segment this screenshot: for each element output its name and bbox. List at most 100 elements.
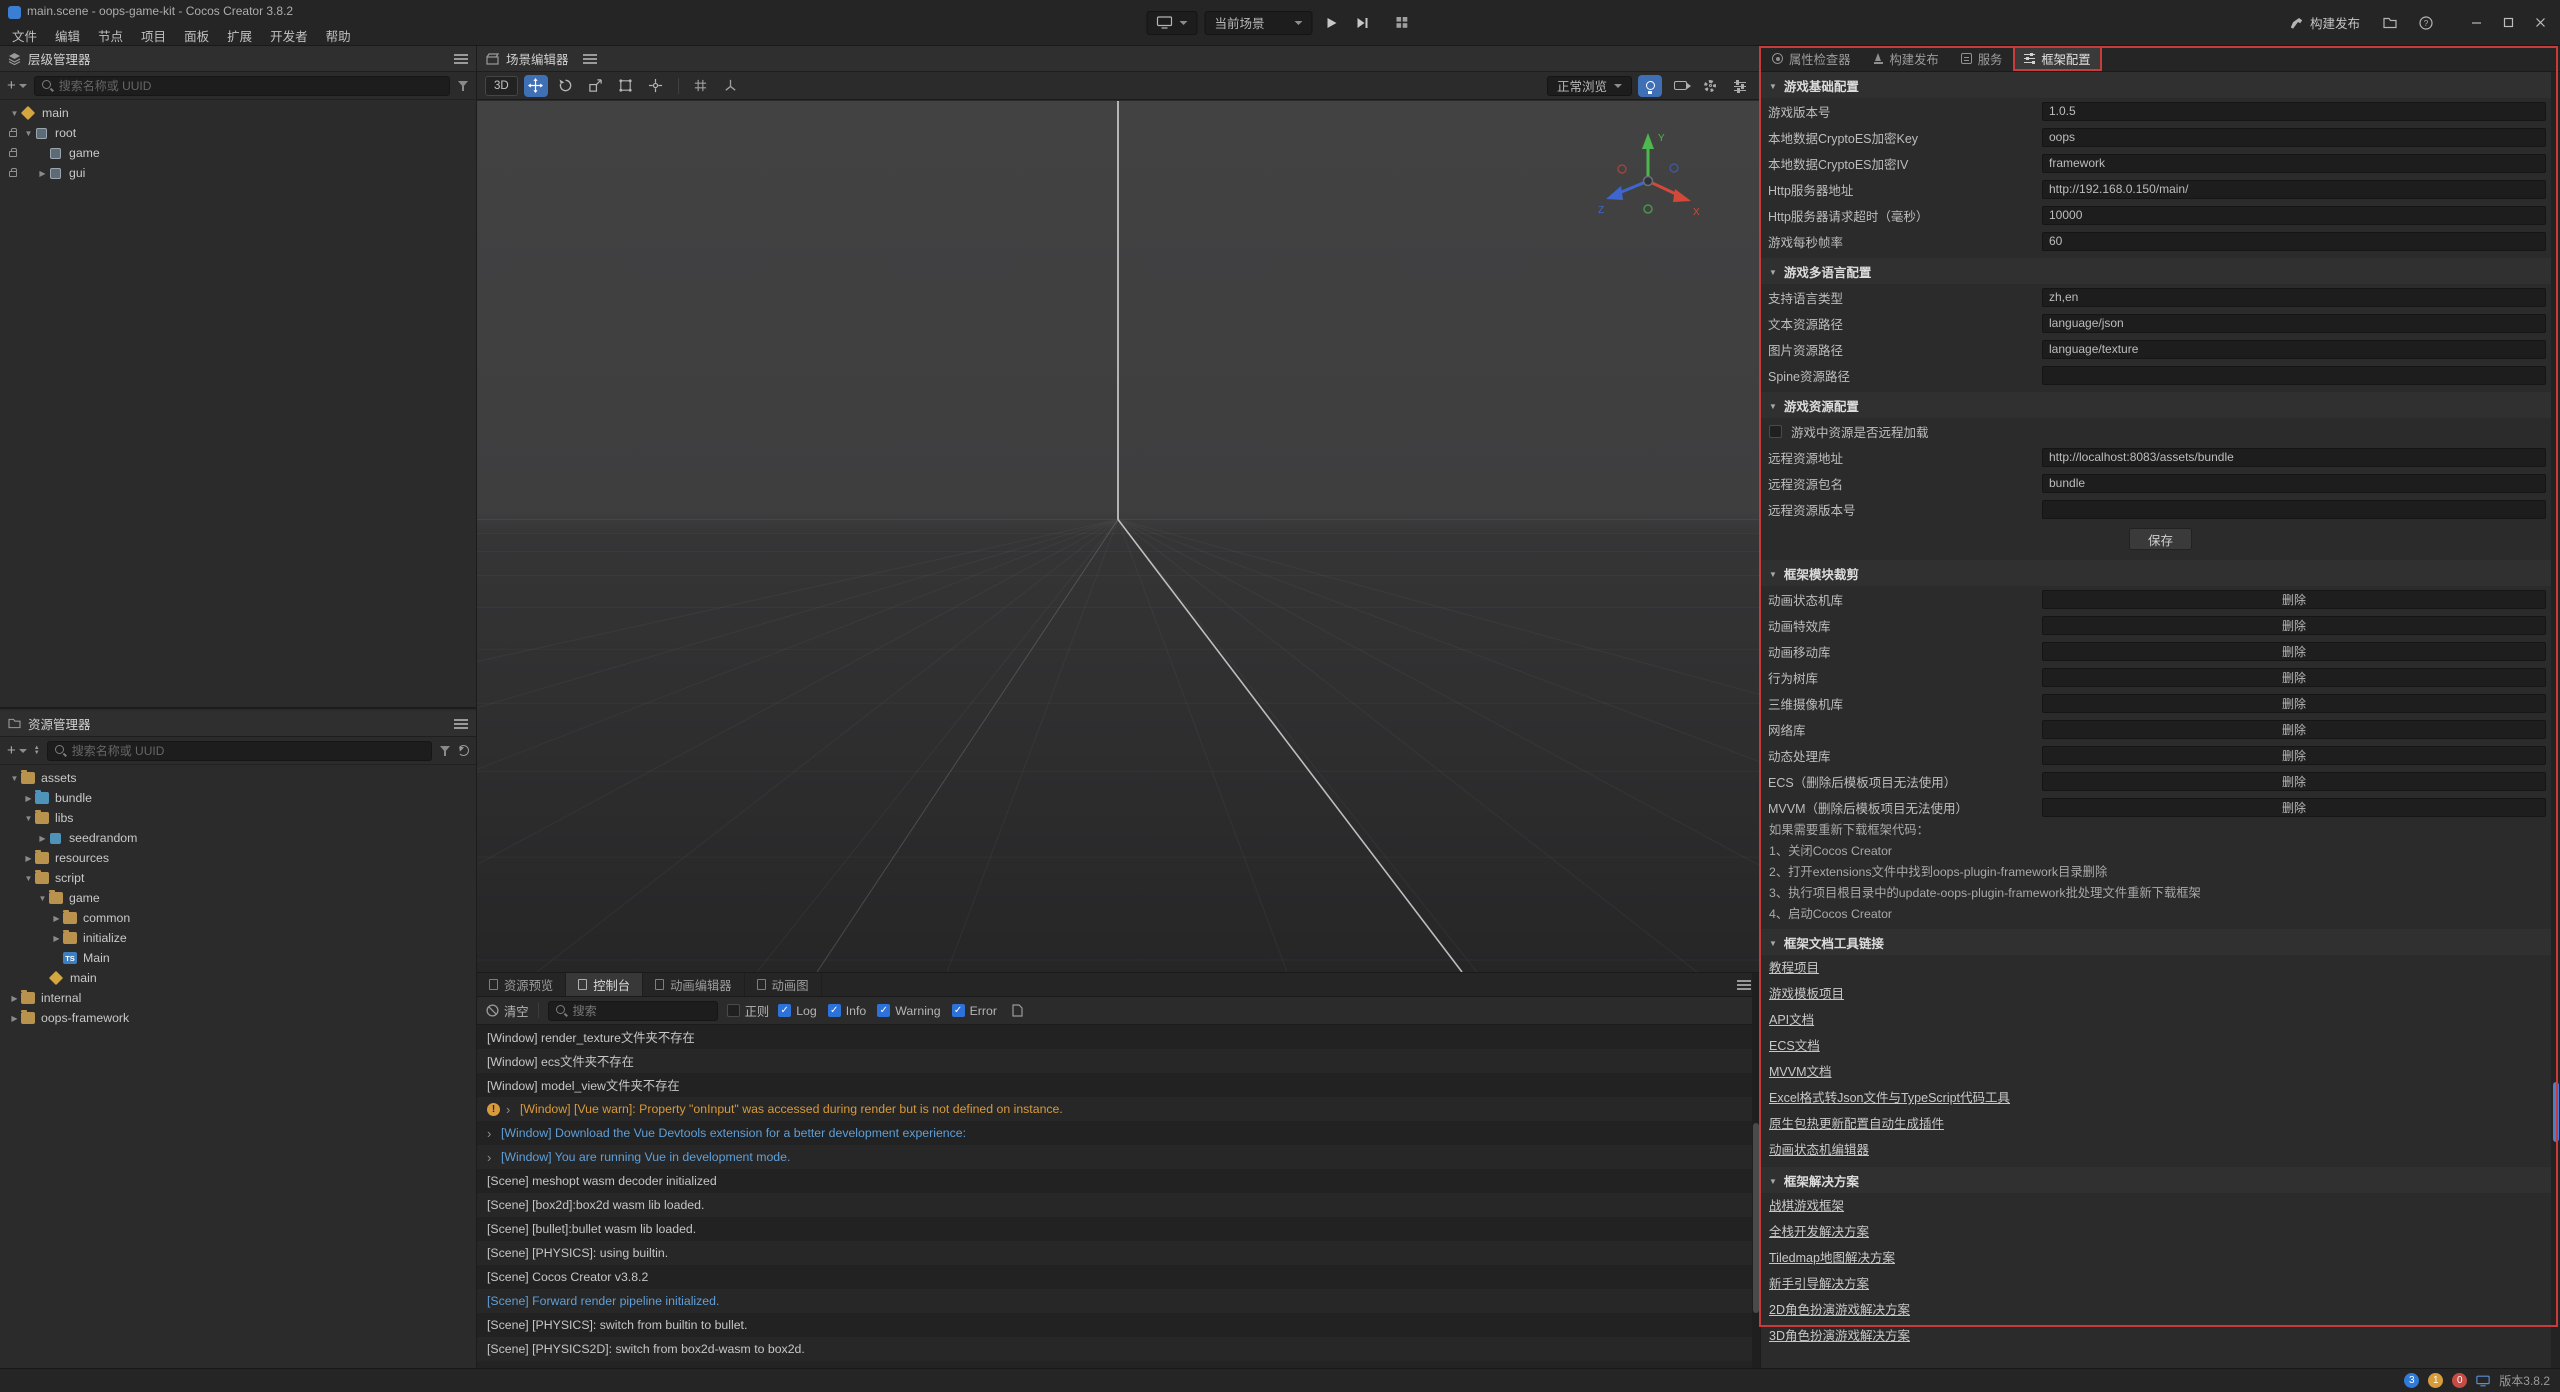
log-row[interactable]: [Scene] [box2d]:box2d wasm lib loaded. [477, 1193, 1760, 1217]
menu-item[interactable]: 节点 [89, 23, 132, 48]
asset-row[interactable]: main [0, 968, 476, 988]
lock-icon[interactable] [9, 151, 17, 157]
layout-button[interactable] [1390, 11, 1414, 35]
asset-row[interactable]: game [0, 888, 476, 908]
doc-link[interactable]: 动画状态机编辑器 [1761, 1137, 2560, 1163]
delete-button[interactable]: 删除 [2042, 642, 2546, 661]
expand-arrow-icon[interactable] [36, 827, 49, 849]
log-row[interactable]: [Window] ecs文件夹不存在 [477, 1049, 1760, 1073]
menu-item[interactable]: 帮助 [317, 23, 360, 48]
log-expander-icon[interactable] [487, 1126, 499, 1141]
console-tab[interactable]: 控制台 [566, 973, 643, 996]
section-header-resources[interactable]: 游戏资源配置 [1761, 392, 2560, 418]
section-header-modules[interactable]: 框架模块裁剪 [1761, 560, 2560, 586]
inspector-scrollbar[interactable] [2551, 72, 2560, 1368]
hierarchy-search[interactable] [34, 76, 450, 96]
scale-tool-button[interactable] [584, 75, 608, 97]
expand-arrow-icon[interactable] [50, 927, 63, 949]
help-button[interactable]: ? [2414, 11, 2438, 35]
menu-item[interactable]: 项目 [132, 23, 175, 48]
menu-item[interactable]: 扩展 [218, 23, 261, 48]
clear-console-button[interactable]: 清空 [486, 1002, 529, 1020]
expand-arrow-icon[interactable] [8, 767, 21, 789]
field-input[interactable] [2042, 474, 2546, 493]
play-button[interactable] [1320, 11, 1344, 35]
panel-menu-icon[interactable] [454, 719, 468, 729]
hierarchy-node-row[interactable]: gui [0, 163, 476, 183]
doc-link[interactable]: 原生包热更新配置自动生成插件 [1761, 1111, 2560, 1137]
axis-gizmo[interactable]: Y X Z [1588, 123, 1708, 233]
inspector-tab[interactable]: 构建发布 [1862, 46, 1950, 71]
sort-icon[interactable] [34, 746, 40, 756]
lighting-toggle-button[interactable] [1638, 75, 1662, 97]
scrollbar-thumb[interactable] [2553, 1082, 2559, 1142]
log-row[interactable]: [Scene] [PHYSICS]: using builtin. [477, 1241, 1760, 1265]
doc-link[interactable]: API文档 [1761, 1007, 2560, 1033]
doc-link[interactable]: Excel格式转Json文件与TypeScript代码工具 [1761, 1085, 2560, 1111]
asset-row[interactable]: Main [0, 948, 476, 968]
inspector-tab[interactable]: 框架配置 [2013, 46, 2101, 71]
log-expander-icon[interactable] [506, 1102, 518, 1117]
assets-search[interactable] [47, 741, 432, 761]
log-row[interactable]: [Scene] [PHYSICS2D]: switch from box2d-w… [477, 1337, 1760, 1361]
solution-link[interactable]: 3D角色扮演游戏解决方案 [1761, 1323, 2560, 1349]
console-tab[interactable]: 动画编辑器 [643, 973, 745, 996]
expand-arrow-icon[interactable] [22, 807, 35, 829]
log-row[interactable]: [Scene] [bullet]:bullet wasm lib loaded. [477, 1217, 1760, 1241]
section-header-docs[interactable]: 框架文档工具链接 [1761, 929, 2560, 955]
scrollbar-thumb[interactable] [1753, 1123, 1759, 1313]
log-expander-icon[interactable] [487, 1150, 499, 1165]
field-input[interactable] [2042, 154, 2546, 173]
console-tab[interactable]: 资源预览 [477, 973, 566, 996]
delete-button[interactable]: 删除 [2042, 616, 2546, 635]
hierarchy-node-row[interactable]: main [0, 103, 476, 123]
log-row[interactable]: [Scene] [PHYSICS]: switch from builtin t… [477, 1313, 1760, 1337]
maximize-button[interactable] [2492, 8, 2524, 38]
expand-arrow-icon[interactable] [22, 787, 35, 809]
mode-3d-toggle[interactable]: 3D [485, 76, 518, 96]
filter-checkbox[interactable] [877, 1004, 890, 1017]
expand-arrow-icon[interactable] [8, 1007, 21, 1029]
expand-arrow-icon[interactable] [22, 867, 35, 889]
expand-arrow-icon[interactable] [36, 162, 49, 184]
asset-row[interactable]: initialize [0, 928, 476, 948]
expand-arrow-icon[interactable] [22, 847, 35, 869]
warning-count-badge[interactable]: 1 [2428, 1373, 2443, 1388]
delete-button[interactable]: 删除 [2042, 746, 2546, 765]
gizmo-toggle-button[interactable] [719, 75, 743, 97]
doc-link[interactable]: ECS文档 [1761, 1033, 2560, 1059]
field-input[interactable] [2042, 500, 2546, 519]
solution-link[interactable]: 2D角色扮演游戏解决方案 [1761, 1297, 2560, 1323]
inspector-tab[interactable]: 属性检查器 [1761, 46, 1862, 71]
field-input[interactable] [2042, 102, 2546, 121]
panel-menu-icon[interactable] [1737, 980, 1751, 990]
create-node-button[interactable] [7, 80, 27, 92]
filter-checkbox[interactable] [952, 1004, 965, 1017]
step-button[interactable] [1351, 11, 1375, 35]
delete-button[interactable]: 删除 [2042, 590, 2546, 609]
asset-row[interactable]: bundle [0, 788, 476, 808]
project-folder-button[interactable] [2378, 11, 2402, 35]
field-input[interactable] [2042, 448, 2546, 467]
asset-row[interactable]: script [0, 868, 476, 888]
section-header-basic[interactable]: 游戏基础配置 [1761, 72, 2560, 98]
anchor-tool-button[interactable] [644, 75, 668, 97]
log-filter[interactable]: Log [778, 1004, 817, 1018]
menu-item[interactable]: 编辑 [46, 23, 89, 48]
create-asset-button[interactable] [7, 745, 27, 757]
minimize-button[interactable] [2460, 8, 2492, 38]
panel-menu-icon[interactable] [454, 54, 468, 64]
build-publish-button[interactable]: 构建发布 [2284, 9, 2366, 36]
log-filter[interactable]: Info [828, 1004, 867, 1018]
console-search-input[interactable] [573, 1004, 711, 1018]
rotate-tool-button[interactable] [554, 75, 578, 97]
asset-row[interactable]: resources [0, 848, 476, 868]
log-row[interactable]: [Window] [Vue warn]: Property "onInput" … [477, 1097, 1760, 1121]
log-row[interactable]: [Scene] Cocos Creator v3.8.2 [477, 1265, 1760, 1289]
solution-link[interactable]: 战棋游戏框架 [1761, 1193, 2560, 1219]
log-row[interactable]: [Scene] meshopt wasm decoder initialized [477, 1169, 1760, 1193]
scene-select[interactable]: 当前场景 [1205, 11, 1313, 35]
delete-button[interactable]: 删除 [2042, 668, 2546, 687]
save-button[interactable]: 保存 [2129, 528, 2192, 550]
field-input[interactable] [2042, 366, 2546, 385]
